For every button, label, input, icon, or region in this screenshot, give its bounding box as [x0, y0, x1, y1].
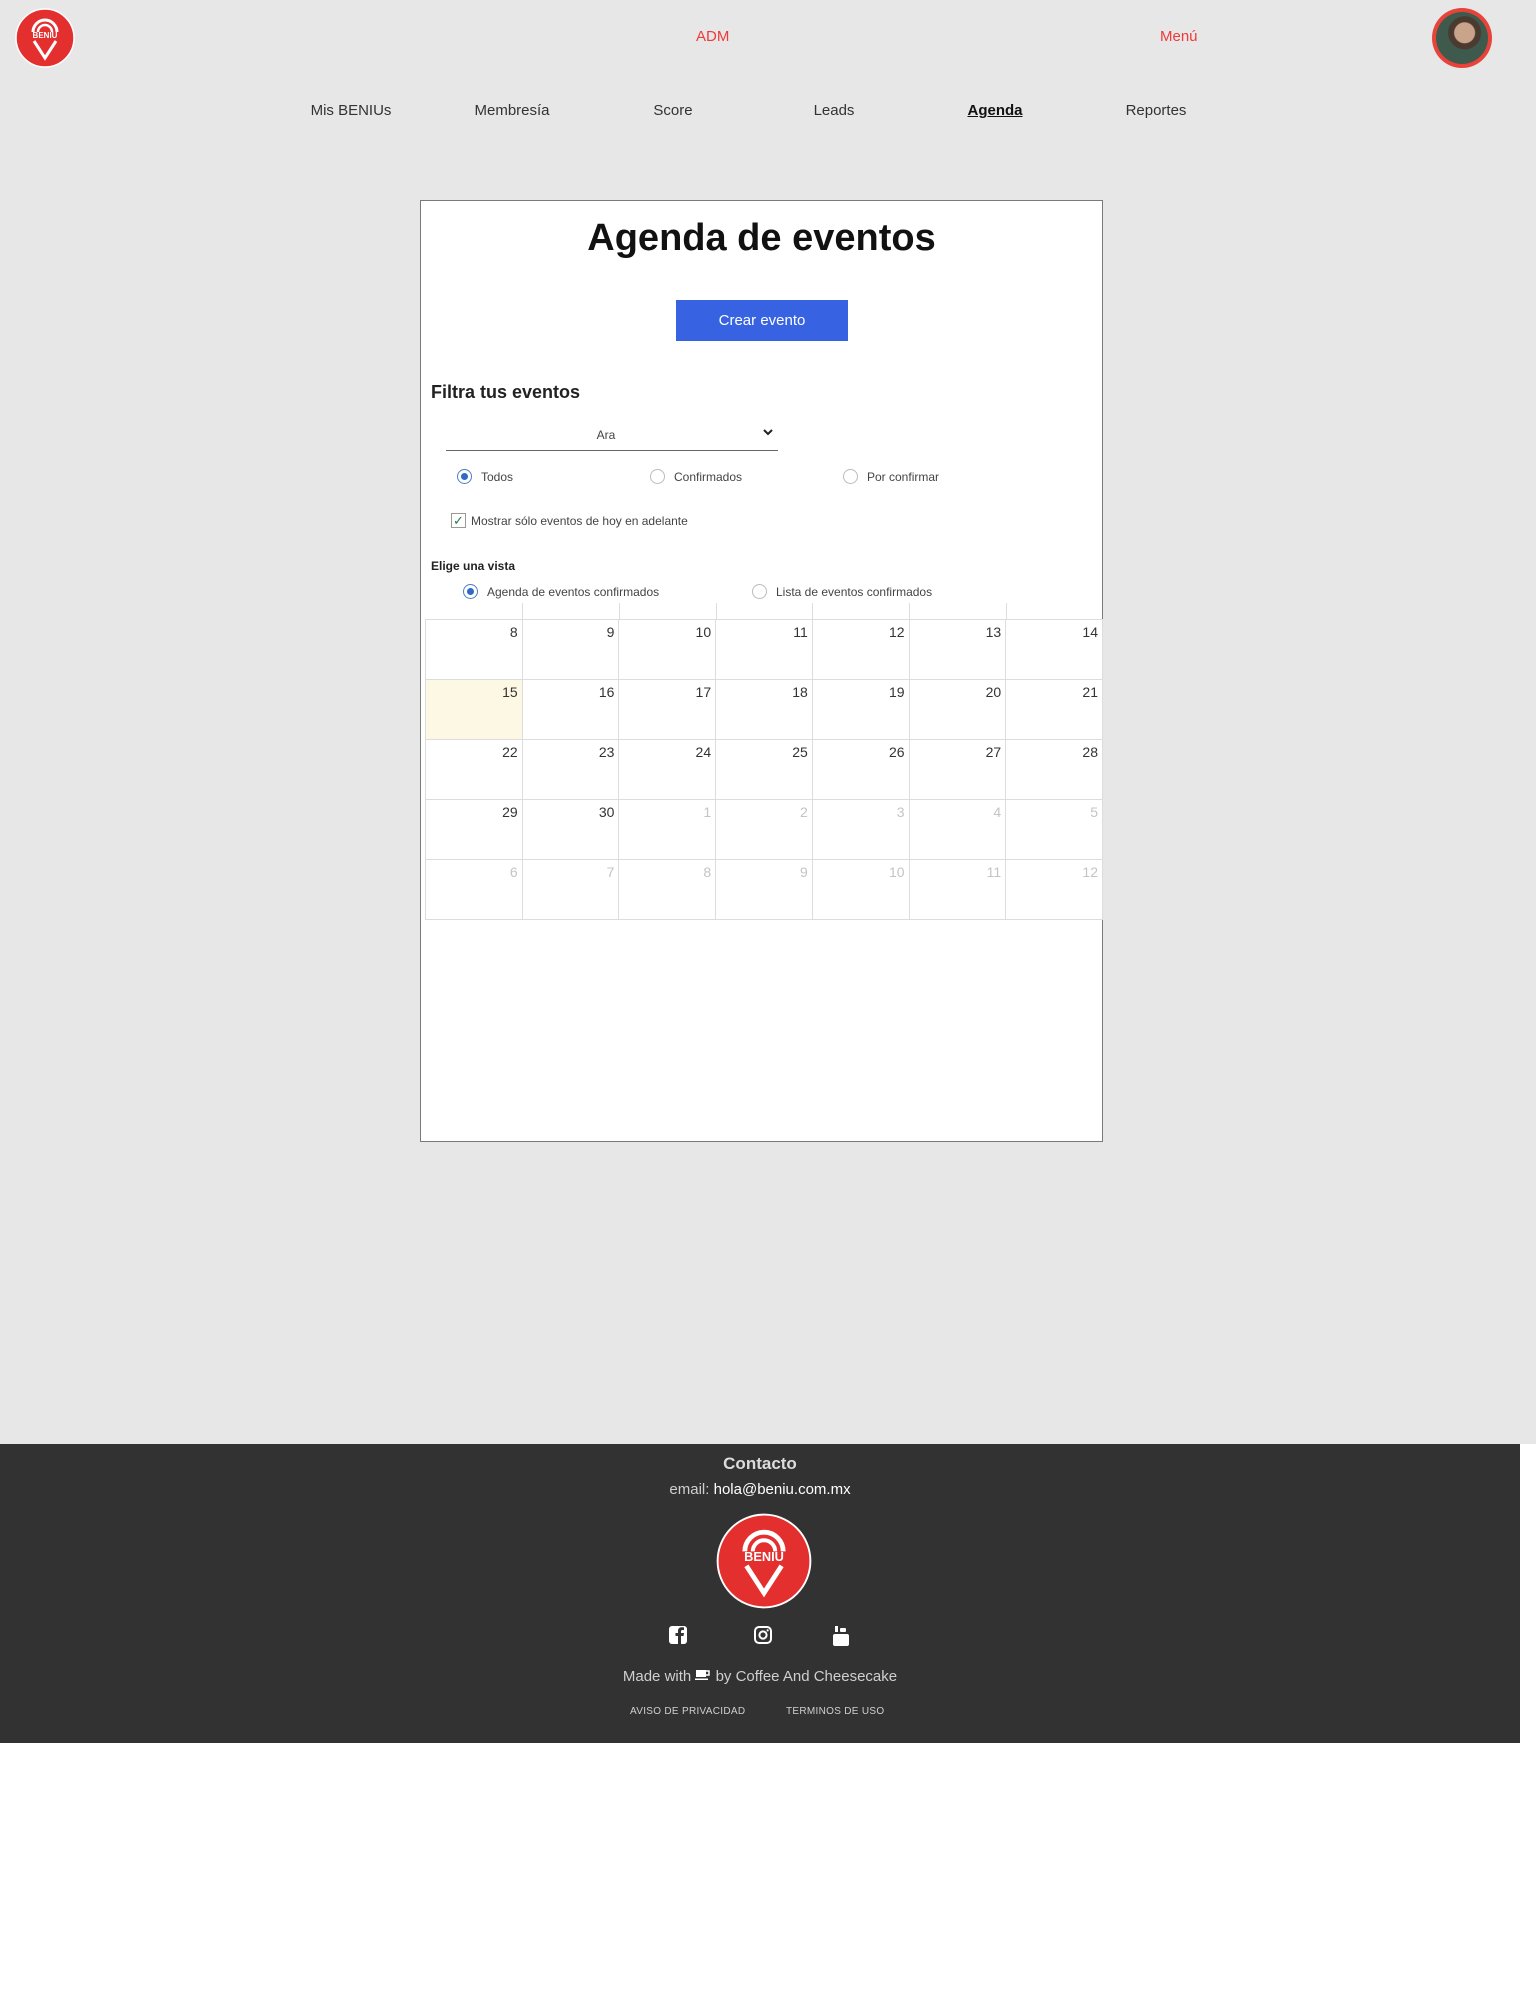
calendar-day-cell[interactable]: 10: [811, 859, 910, 920]
radio-por-confirmar[interactable]: Por confirmar: [843, 469, 939, 484]
calendar-day-cell[interactable]: 16: [521, 679, 620, 740]
calendar-day-cell[interactable]: 18: [715, 679, 813, 740]
radio-view-agenda-dot[interactable]: [463, 584, 478, 599]
calendar-day-cell[interactable]: 4: [908, 799, 1007, 860]
calendar-day-cell[interactable]: 29: [425, 799, 523, 860]
calendar-day-cell[interactable]: 11: [715, 619, 813, 680]
privacy-link[interactable]: AVISO DE PRIVACIDAD: [630, 1706, 745, 1717]
footer: Contacto email: hola@beniu.com.mx BENIU …: [0, 1444, 1520, 1743]
calendar-day-cell[interactable]: 14: [1005, 619, 1103, 680]
radio-confirmados[interactable]: Confirmados: [650, 469, 742, 484]
radio-view-agenda-label: Agenda de eventos confirmados: [487, 584, 660, 599]
calendar-day-cell[interactable]: 5: [1005, 799, 1103, 860]
calendar-day-cell[interactable]: 7: [521, 859, 620, 920]
calendar-day-cell[interactable]: 25: [715, 739, 813, 800]
calendar-day-cell[interactable]: 8: [618, 859, 717, 920]
calendar-day-cell[interactable]: 27: [908, 739, 1007, 800]
calendar-day-cell[interactable]: 23: [521, 739, 620, 800]
chevron-down-icon: [762, 426, 774, 441]
calendar-day-cell[interactable]: 6: [425, 859, 523, 920]
nav-item-mis-benius[interactable]: Mis BENIUs: [271, 102, 431, 119]
footer-email-line: email: hola@beniu.com.mx: [0, 1481, 1520, 1498]
made-with-suffix: by Coffee And Cheesecake: [715, 1668, 898, 1685]
user-select[interactable]: Ara: [446, 424, 778, 451]
svg-text:BENIU: BENIU: [744, 1549, 784, 1564]
footer-email-link[interactable]: hola@beniu.com.mx: [714, 1481, 851, 1498]
nav-item-leads[interactable]: Leads: [754, 102, 914, 119]
footer-email-label: email:: [669, 1481, 710, 1498]
calendar-day-cell[interactable]: 13: [908, 619, 1007, 680]
radio-todos-dot[interactable]: [457, 469, 472, 484]
calendar-day-cell[interactable]: 28: [1005, 739, 1103, 800]
calendar-day-cell[interactable]: 26: [811, 739, 910, 800]
calendar-week-row: 8 9 10 11 12 13 14: [425, 619, 1103, 680]
checkmark-icon[interactable]: ✓: [451, 513, 466, 528]
footer-beniu-logo: BENIU: [716, 1513, 812, 1609]
beniu-logo[interactable]: BENIU: [15, 8, 75, 68]
calendar-week-row: 22 23 24 25 26 27 28: [425, 739, 1103, 800]
radio-por-confirmar-dot[interactable]: [843, 469, 858, 484]
menu-button[interactable]: Menú: [1160, 28, 1198, 45]
calendar-day-cell[interactable]: 10: [618, 619, 717, 680]
terms-link[interactable]: TERMINOS DE USO: [786, 1706, 884, 1717]
calendar-day-cell[interactable]: 2: [715, 799, 813, 860]
radio-view-agenda[interactable]: Agenda de eventos confirmados: [463, 584, 659, 599]
view-title: Elige una vista: [431, 559, 516, 573]
calendar-day-cell[interactable]: 24: [618, 739, 717, 800]
create-event-button[interactable]: Crear evento: [676, 300, 848, 341]
calendar-week-row: 15 16 17 18 19 20 21: [425, 679, 1103, 740]
calendar-day-cell[interactable]: 11: [908, 859, 1007, 920]
youtube-icon[interactable]: [830, 1625, 852, 1647]
calendar-day-cell[interactable]: 15: [425, 679, 523, 740]
agenda-card: Agenda de eventos Crear evento Filtra tu…: [420, 200, 1103, 1142]
footer-made-with: Made with by Coffee And Cheesecake: [0, 1668, 1520, 1685]
nav-item-membresia[interactable]: Membresía: [432, 102, 592, 119]
calendar-day-cell[interactable]: 12: [1005, 859, 1103, 920]
calendar-day-cell[interactable]: 12: [811, 619, 910, 680]
calendar-day-cell[interactable]: 8: [425, 619, 523, 680]
instagram-icon[interactable]: [752, 1625, 774, 1647]
radio-todos[interactable]: Todos: [457, 469, 513, 484]
upcoming-only-checkbox[interactable]: ✓ Mostrar sólo eventos de hoy en adelant…: [451, 513, 688, 528]
avatar[interactable]: [1432, 8, 1492, 68]
calendar-day-cell[interactable]: 22: [425, 739, 523, 800]
page-title: Agenda de eventos: [587, 217, 936, 259]
facebook-icon[interactable]: [667, 1625, 689, 1647]
adm-label[interactable]: ADM: [696, 28, 729, 45]
calendar-day-cell[interactable]: 9: [715, 859, 813, 920]
footer-contact-title: Contacto: [723, 1454, 797, 1473]
radio-view-list-label: Lista de eventos confirmados: [776, 584, 933, 599]
calendar-header-lines: [425, 603, 1103, 619]
nav-item-score[interactable]: Score: [593, 102, 753, 119]
coffee-icon: [695, 1668, 715, 1685]
calendar-day-cell[interactable]: 21: [1005, 679, 1103, 740]
radio-confirmados-label: Confirmados: [674, 469, 743, 484]
radio-por-confirmar-label: Por confirmar: [867, 469, 940, 484]
filter-title: Filtra tus eventos: [431, 382, 581, 402]
calendar-grid: 8 9 10 11 12 13 14 15 16 17 18 19 20 21 22 23 24 25 26 27 28…: [425, 619, 1103, 920]
radio-view-list-dot[interactable]: [752, 584, 767, 599]
svg-text:BENIU: BENIU: [33, 31, 58, 40]
calendar-week-row: 29 30 1 2 3 4 5: [425, 799, 1103, 860]
made-with-prefix: Made with: [622, 1668, 692, 1685]
nav-item-agenda[interactable]: Agenda: [915, 102, 1075, 119]
radio-todos-label: Todos: [481, 469, 514, 484]
nav-item-reportes[interactable]: Reportes: [1076, 102, 1236, 119]
calendar-day-cell[interactable]: 30: [521, 799, 620, 860]
upcoming-only-label: Mostrar sólo eventos de hoy en adelante: [471, 513, 688, 528]
calendar-day-cell[interactable]: 3: [811, 799, 910, 860]
main-nav: Mis BENIUs Membresía Score Leads Agenda …: [0, 102, 1536, 126]
calendar-day-cell[interactable]: 20: [908, 679, 1007, 740]
calendar-day-cell[interactable]: 9: [521, 619, 620, 680]
calendar-day-cell[interactable]: 1: [618, 799, 717, 860]
social-icons: [0, 1625, 1520, 1649]
calendar-day-cell[interactable]: 19: [811, 679, 910, 740]
calendar-day-cell[interactable]: 17: [618, 679, 717, 740]
radio-view-list[interactable]: Lista de eventos confirmados: [752, 584, 932, 599]
user-select-value: Ara: [596, 428, 616, 442]
radio-confirmados-dot[interactable]: [650, 469, 665, 484]
calendar-week-row: 6 7 8 9 10 11 12: [425, 859, 1103, 920]
